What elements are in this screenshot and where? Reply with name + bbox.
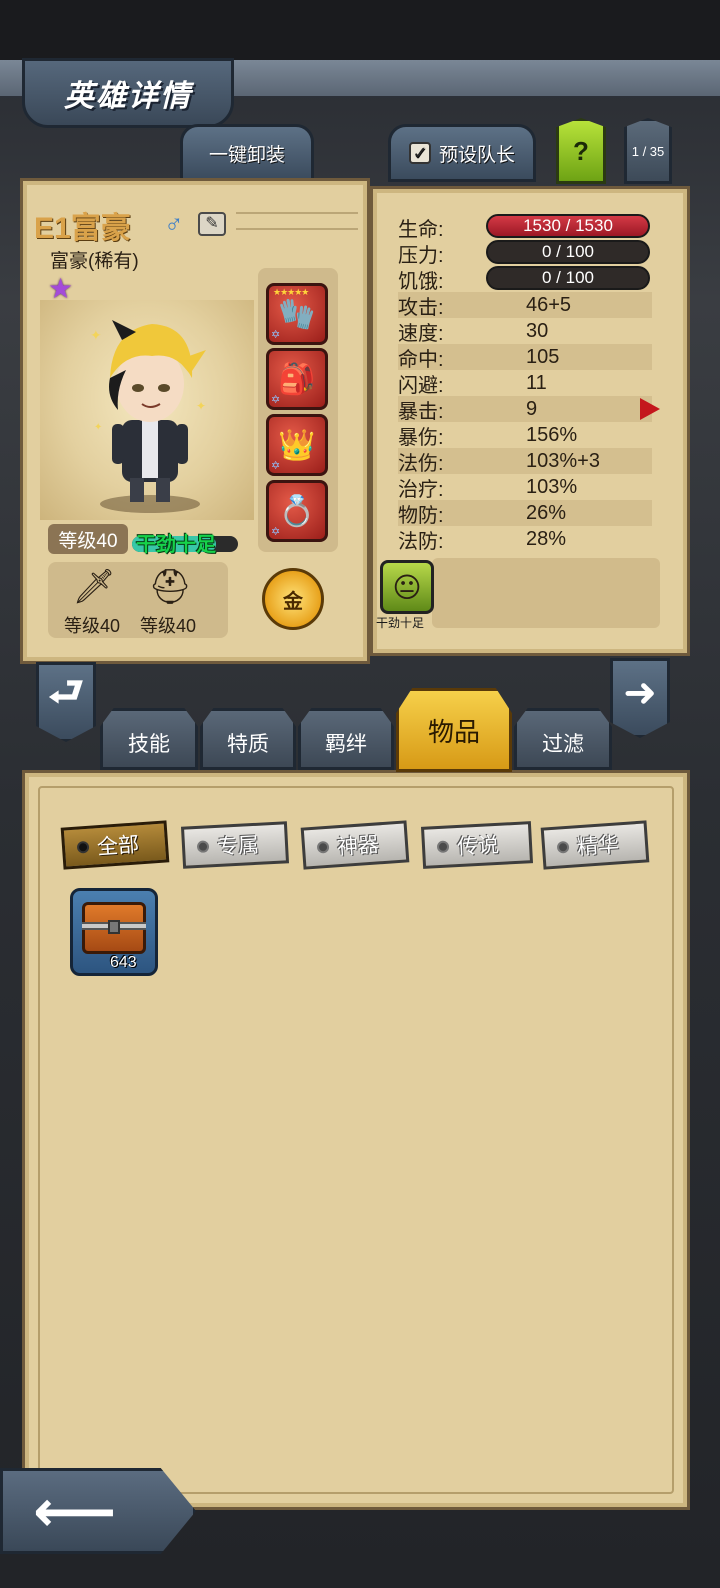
svg-text:✦: ✦ [196,399,206,413]
stress-bar: 0 / 100 [486,240,650,264]
stat-label: 法防: [398,530,444,553]
equipment-rank-icon: ✡ [271,526,281,538]
stat-label: 命中: [398,348,444,371]
unequip-all-button[interactable]: 一键卸装 [180,124,314,182]
armor-level: 等级40 [140,616,197,636]
filter-label: 专属 [216,833,260,859]
filter-label: 神器 [336,833,380,860]
page-title-plate: 英雄详情 [22,58,234,128]
trait-face-icon[interactable]: 😐 [380,560,434,614]
equipment-rank-icon: ✡ [271,329,281,341]
stat-row: 暴击: 9 [398,396,652,423]
tab-bonds[interactable]: 羁绊 [298,708,394,770]
helmet-icon[interactable]: ⛑ [140,562,200,612]
stat-value: 103% [526,475,578,498]
stat-label: 物防: [398,504,444,527]
stat-value: 30 [526,319,549,342]
stat-label: 攻击: [398,296,444,319]
stat-value: 11 [526,371,547,394]
hp-bar: 1530 / 1530 [486,214,650,238]
back-button[interactable]: ⟵ [0,1468,196,1554]
equipment-slot-1[interactable]: ★★★★★ 🧤 ✡ [266,283,328,345]
hero-page-indicator: 1 / 35 [624,118,672,184]
stat-value: 105 [526,345,560,368]
radio-dot-icon [556,840,570,854]
page-title: 英雄详情 [64,80,192,113]
trait-icon-label: 干劲十足 [376,616,425,630]
radio-dot-icon [196,840,210,853]
filter-all-chip[interactable]: 全部 [60,820,170,870]
stat-row: 法防: 28% [398,526,652,553]
radio-dot-icon [316,840,330,854]
stat-label: 治疗: [398,478,444,501]
stat-value: 28% [526,527,567,550]
radio-dot-icon [76,840,90,854]
preset-leader-checkbox[interactable]: ✓ [408,142,431,164]
trait-slot-box [432,558,660,628]
tab-traits[interactable]: 特质 [200,708,296,770]
male-gender-icon: ♂ [164,208,184,238]
stat-label: 暴伤: [398,426,444,449]
filter-legendary-chip[interactable]: 传说 [420,821,534,869]
hero-class: 富豪(稀有) [50,251,139,272]
stat-row: 治疗: 103% [398,474,652,501]
chest-lock-icon [108,920,120,934]
item-count: 643 [110,954,137,971]
help-button[interactable]: ? [556,118,606,184]
svg-text:✦: ✦ [90,327,102,343]
gold-coin-button[interactable]: 金 [262,568,324,630]
stat-value: 156% [526,423,578,446]
name-underline-decoration [236,212,358,230]
hunger-bar: 0 / 100 [486,266,650,290]
stat-label: 法伤: [398,452,444,475]
more-stats-arrow-icon[interactable] [640,398,660,420]
filter-essence-chip[interactable]: 精华 [540,820,650,870]
previous-hero-button[interactable]: ⮐ [36,662,96,742]
rarity-star-icon: ★ [48,273,74,304]
stat-label: 闪避: [398,374,444,397]
equipment-slot-2[interactable]: 🎒 ✡ [266,348,328,410]
stat-value: 9 [526,397,538,420]
stat-label: 速度: [398,322,444,345]
edit-name-icon[interactable]: ✎ [198,212,226,236]
hero-level: 等级40 [48,524,128,554]
next-hero-button[interactable]: ➜ [610,658,670,738]
stat-row: 攻击: 46+5 [398,292,652,319]
stat-value: 46+5 [526,293,572,316]
filter-label: 精华 [576,833,620,860]
preset-leader-button[interactable]: ✓ 预设队长 [388,124,536,182]
preset-leader-label: 预设队长 [438,144,515,166]
stat-value: 26% [526,501,567,524]
hero-name: E1富豪 [34,212,131,245]
stat-label: 暴击: [398,400,444,423]
stat-row: 闪避: 11 [398,370,652,397]
equipment-rank-icon: ✡ [271,460,281,472]
stat-row: 命中: 105 [398,344,652,371]
stat-row: 暴伤: 156% [398,422,652,449]
filter-label: 全部 [96,833,140,860]
stat-row: 物防: 26% [398,500,652,527]
equipment-slot-4[interactable]: 💍 ✡ [266,480,328,542]
tab-filter[interactable]: 过滤 [514,708,612,770]
svg-text:✦: ✦ [94,422,102,433]
radio-dot-icon [436,840,450,854]
hero-trait: 干劲十足 [136,534,216,556]
weapon-level: 等级40 [64,616,121,636]
tab-skills[interactable]: 技能 [100,708,198,770]
filter-artifact-chip[interactable]: 神器 [300,820,410,870]
sword-icon[interactable]: 🗡 [64,562,124,612]
filter-exclusive-chip[interactable]: 专属 [180,821,290,869]
tab-items[interactable]: 物品 [396,688,512,772]
status-bar-area [0,0,720,60]
filter-label: 传说 [456,833,500,860]
stat-row: 法伤: 103%+3 [398,448,652,475]
equipment-rank-icon: ✡ [271,394,281,406]
equipment-slot-3[interactable]: 👑 ✡ [266,414,328,476]
hero-portrait: ✦ ✦ ✦ [90,320,206,513]
stat-value: 103%+3 [526,449,600,472]
stat-row: 速度: 30 [398,318,652,345]
